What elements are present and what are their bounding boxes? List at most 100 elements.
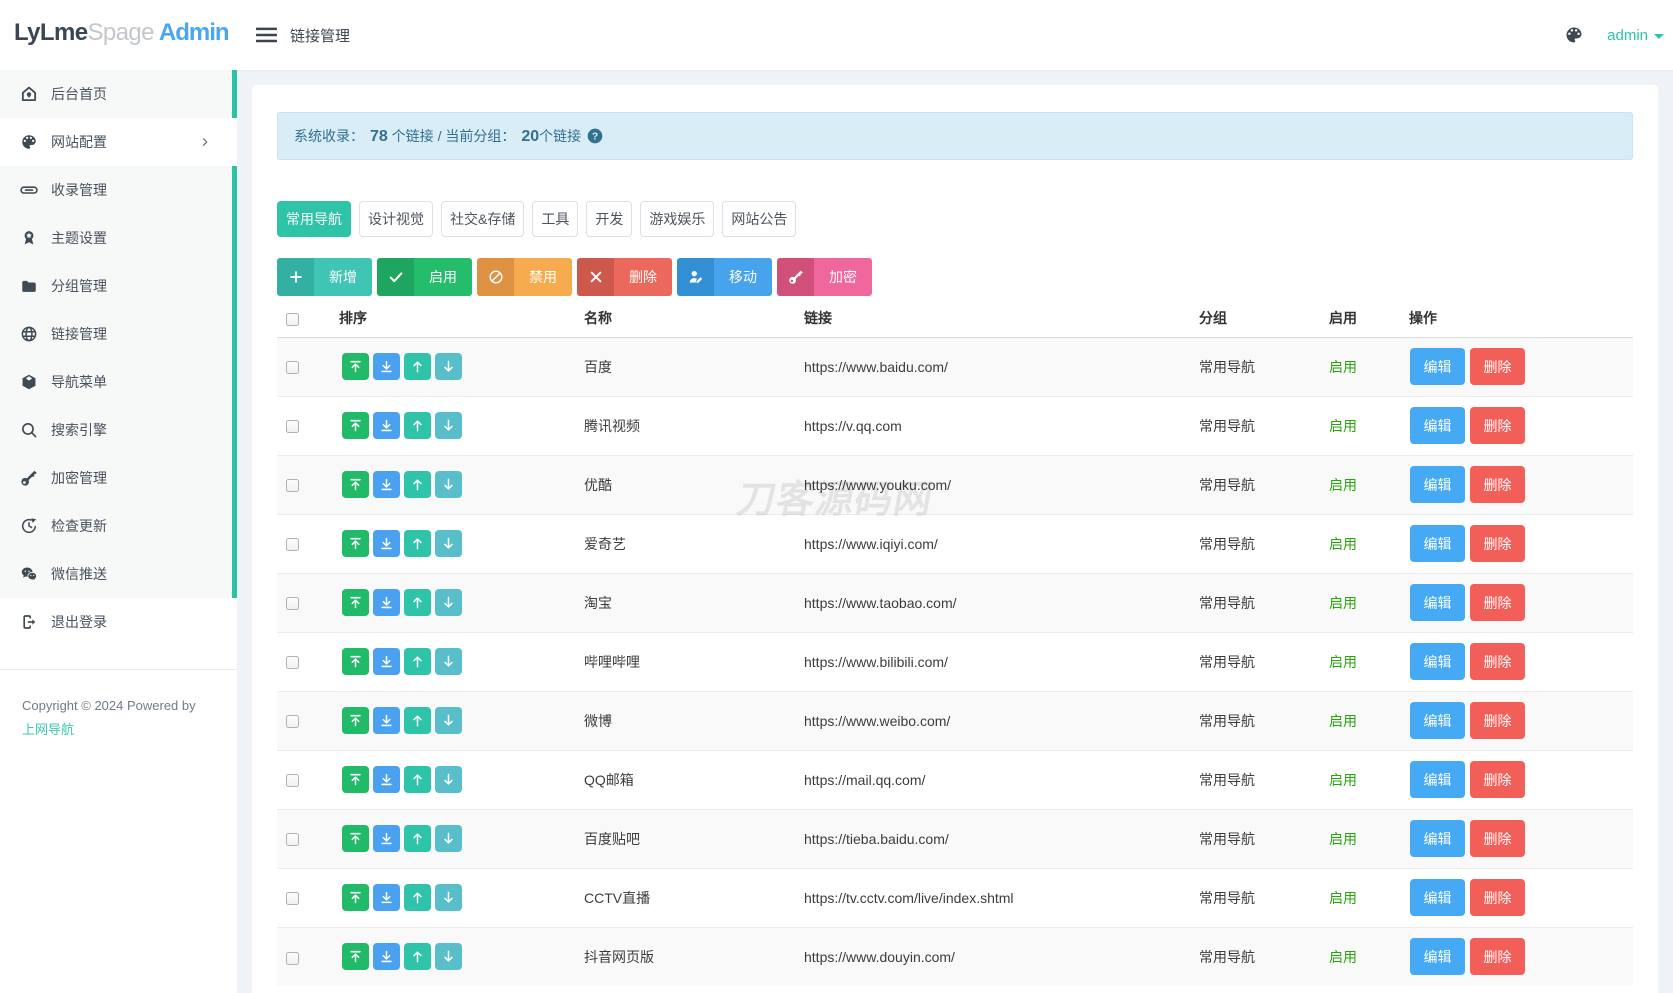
to-bottom-button[interactable] bbox=[373, 825, 400, 852]
group-tab-2[interactable]: 设计视觉 bbox=[359, 201, 433, 237]
row-checkbox[interactable] bbox=[286, 774, 299, 788]
edit-button[interactable]: 编辑 bbox=[1410, 348, 1465, 385]
row-checkbox[interactable] bbox=[286, 951, 299, 965]
to-top-button[interactable] bbox=[342, 943, 369, 971]
edit-button[interactable]: 编辑 bbox=[1410, 407, 1465, 444]
to-top-button[interactable] bbox=[342, 648, 369, 675]
delete-button[interactable]: 删除 bbox=[1470, 879, 1525, 916]
group-tab-3[interactable]: 社交&存储 bbox=[441, 201, 525, 237]
delete-button[interactable]: 删除 bbox=[1470, 820, 1525, 857]
move-down-button[interactable] bbox=[435, 825, 462, 852]
edit-button[interactable]: 编辑 bbox=[1410, 820, 1465, 857]
delete-button[interactable]: 删除 bbox=[1470, 525, 1525, 562]
to-bottom-button[interactable] bbox=[373, 707, 400, 734]
toolbar-button-move[interactable]: 移动 bbox=[677, 258, 772, 296]
question-icon[interactable] bbox=[587, 128, 603, 144]
sidebar-item-links[interactable]: 链接管理 bbox=[0, 310, 237, 358]
move-down-button[interactable] bbox=[435, 884, 462, 911]
palette-icon[interactable] bbox=[1564, 25, 1584, 45]
sidebar-item-home[interactable]: 后台首页 bbox=[0, 70, 237, 118]
toolbar-button-delete[interactable]: 删除 bbox=[577, 258, 672, 296]
edit-button[interactable]: 编辑 bbox=[1410, 879, 1465, 916]
toolbar-button-encrypt[interactable]: 加密 bbox=[777, 258, 872, 296]
to-bottom-button[interactable] bbox=[373, 412, 400, 439]
move-up-button[interactable] bbox=[404, 884, 431, 911]
to-top-button[interactable] bbox=[342, 412, 369, 439]
move-down-button[interactable] bbox=[435, 648, 462, 675]
to-bottom-button[interactable] bbox=[373, 943, 400, 971]
move-up-button[interactable] bbox=[404, 412, 431, 439]
row-checkbox[interactable] bbox=[286, 656, 299, 670]
row-checkbox[interactable] bbox=[286, 892, 299, 906]
delete-button[interactable]: 删除 bbox=[1470, 466, 1525, 503]
edit-button[interactable]: 编辑 bbox=[1410, 525, 1465, 562]
sidebar-item-theme[interactable]: 主题设置 bbox=[0, 214, 237, 262]
delete-button[interactable]: 删除 bbox=[1470, 643, 1525, 680]
edit-button[interactable]: 编辑 bbox=[1410, 643, 1465, 680]
delete-button[interactable]: 删除 bbox=[1470, 407, 1525, 444]
row-checkbox[interactable] bbox=[286, 420, 299, 434]
group-tab-5[interactable]: 开发 bbox=[586, 201, 633, 237]
move-up-button[interactable] bbox=[404, 471, 431, 498]
row-checkbox[interactable] bbox=[286, 479, 299, 493]
move-up-button[interactable] bbox=[404, 943, 431, 971]
sidebar-item-search-engine[interactable]: 搜索引擎 bbox=[0, 406, 237, 454]
sidebar-item-check-update[interactable]: 检查更新 bbox=[0, 502, 237, 550]
move-down-button[interactable] bbox=[435, 766, 462, 793]
move-down-button[interactable] bbox=[435, 471, 462, 498]
edit-button[interactable]: 编辑 bbox=[1410, 584, 1465, 621]
to-top-button[interactable] bbox=[342, 825, 369, 852]
row-checkbox[interactable] bbox=[286, 361, 299, 375]
edit-button[interactable]: 编辑 bbox=[1410, 938, 1465, 976]
move-up-button[interactable] bbox=[404, 530, 431, 557]
edit-button[interactable]: 编辑 bbox=[1410, 702, 1465, 739]
group-tab-4[interactable]: 工具 bbox=[532, 201, 579, 237]
sidebar-item-collection[interactable]: 收录管理 bbox=[0, 166, 237, 214]
toolbar-button-enable[interactable]: 启用 bbox=[377, 258, 472, 296]
row-checkbox[interactable] bbox=[286, 715, 299, 729]
user-dropdown[interactable]: admin bbox=[1607, 27, 1664, 44]
move-down-button[interactable] bbox=[435, 707, 462, 734]
move-up-button[interactable] bbox=[404, 648, 431, 675]
delete-button[interactable]: 删除 bbox=[1470, 938, 1525, 976]
sidebar-item-site-config[interactable]: 网站配置 bbox=[0, 118, 237, 166]
toolbar-button-add[interactable]: 新增 bbox=[277, 258, 372, 296]
to-top-button[interactable] bbox=[342, 766, 369, 793]
to-top-button[interactable] bbox=[342, 707, 369, 734]
to-bottom-button[interactable] bbox=[373, 530, 400, 557]
row-checkbox[interactable] bbox=[286, 597, 299, 611]
select-all-checkbox[interactable] bbox=[286, 313, 299, 327]
row-checkbox[interactable] bbox=[286, 538, 299, 552]
move-down-button[interactable] bbox=[435, 943, 462, 971]
edit-button[interactable]: 编辑 bbox=[1410, 466, 1465, 503]
delete-button[interactable]: 删除 bbox=[1470, 584, 1525, 621]
delete-button[interactable]: 删除 bbox=[1470, 761, 1525, 798]
sidebar-item-nav-menu[interactable]: 导航菜单 bbox=[0, 358, 237, 406]
toolbar-button-disable[interactable]: 禁用 bbox=[477, 258, 572, 296]
move-up-button[interactable] bbox=[404, 353, 431, 380]
delete-button[interactable]: 删除 bbox=[1470, 702, 1525, 739]
to-bottom-button[interactable] bbox=[373, 471, 400, 498]
group-tab-7[interactable]: 网站公告 bbox=[722, 201, 797, 237]
powered-by-link[interactable]: 上网导航 bbox=[22, 718, 74, 742]
sidebar-item-encryption[interactable]: 加密管理 bbox=[0, 454, 237, 502]
to-bottom-button[interactable] bbox=[373, 648, 400, 675]
sidebar-item-wechat-push[interactable]: 微信推送 bbox=[0, 550, 237, 598]
to-top-button[interactable] bbox=[342, 884, 369, 911]
to-top-button[interactable] bbox=[342, 353, 369, 380]
move-up-button[interactable] bbox=[404, 825, 431, 852]
sidebar-item-groups[interactable]: 分组管理 bbox=[0, 262, 237, 310]
hamburger-icon[interactable] bbox=[256, 27, 277, 43]
sidebar-item-logout[interactable]: 退出登录 bbox=[0, 598, 237, 646]
to-top-button[interactable] bbox=[342, 589, 369, 616]
to-bottom-button[interactable] bbox=[373, 589, 400, 616]
move-down-button[interactable] bbox=[435, 530, 462, 557]
delete-button[interactable]: 删除 bbox=[1470, 348, 1525, 385]
row-checkbox[interactable] bbox=[286, 833, 299, 847]
to-bottom-button[interactable] bbox=[373, 766, 400, 793]
move-up-button[interactable] bbox=[404, 766, 431, 793]
to-top-button[interactable] bbox=[342, 471, 369, 498]
edit-button[interactable]: 编辑 bbox=[1410, 761, 1465, 798]
to-bottom-button[interactable] bbox=[373, 353, 400, 380]
group-tab-6[interactable]: 游戏娱乐 bbox=[640, 201, 715, 237]
